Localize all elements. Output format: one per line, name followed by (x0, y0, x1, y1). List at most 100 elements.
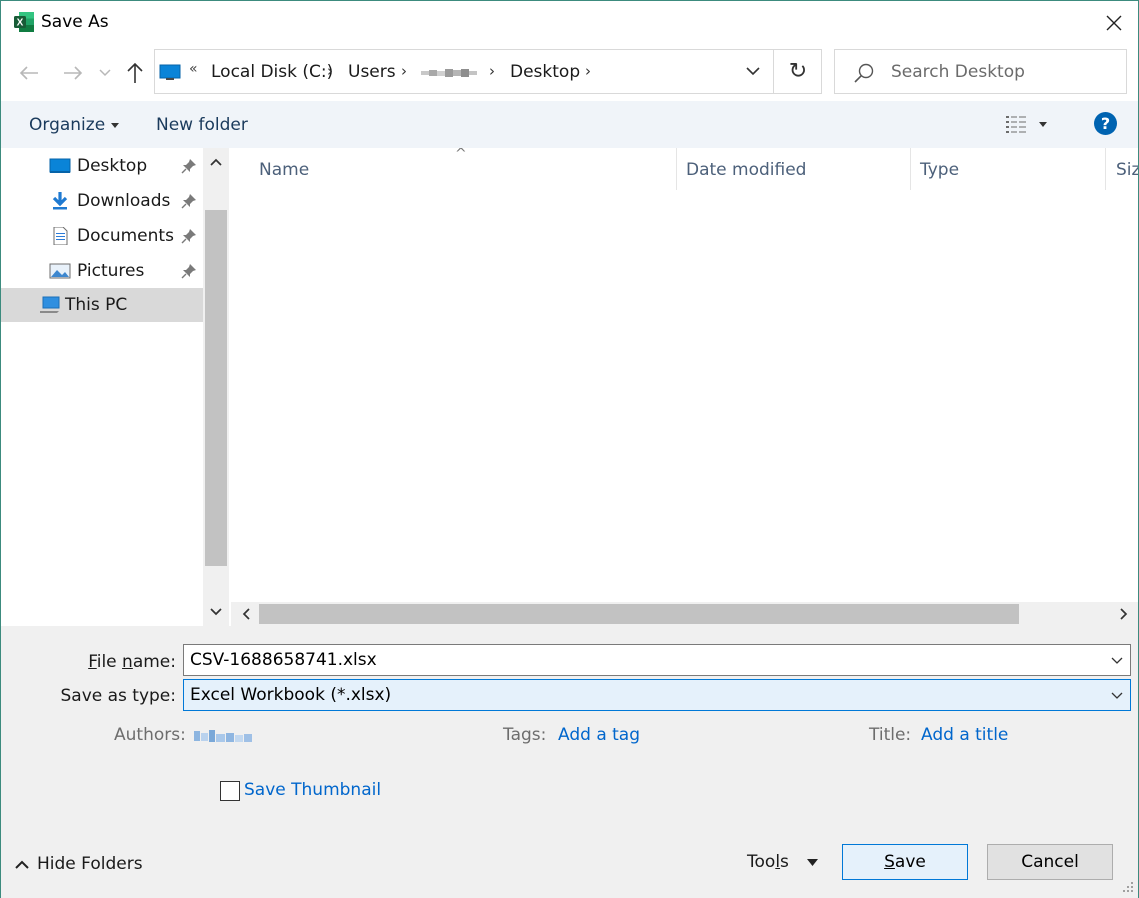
save-thumbnail-label[interactable]: Save Thumbnail (244, 780, 381, 800)
document-icon (53, 227, 68, 245)
breadcrumb-separator[interactable]: › (585, 62, 591, 80)
back-arrow-icon (19, 66, 38, 80)
blurred-author-name[interactable] (194, 727, 252, 745)
navigation-pane: Desktop Downloads Documents Pictures Thi… (1, 148, 229, 626)
excel-icon: X (14, 12, 34, 32)
close-button[interactable] (1093, 5, 1135, 41)
navigation-pane-scrollbar[interactable] (203, 148, 229, 626)
resize-grip-icon[interactable] (1119, 878, 1135, 894)
add-tag-link[interactable]: Add a tag (558, 725, 640, 745)
column-divider[interactable] (1105, 148, 1106, 190)
organize-label: Organize (29, 115, 106, 135)
tools-button[interactable]: Tools (747, 852, 818, 872)
chevron-down-icon (746, 67, 760, 76)
file-name-dropdown-button[interactable] (1104, 645, 1130, 675)
file-name-input[interactable]: CSV-1688658741.xlsx (190, 650, 377, 670)
chevron-down-icon (1111, 657, 1123, 664)
sidebar-item-this-pc[interactable]: This PC (1, 288, 203, 322)
chevron-down-icon (1111, 692, 1123, 699)
file-name-combobox[interactable]: CSV-1688658741.xlsx (183, 644, 1131, 676)
add-title-link[interactable]: Add a title (921, 725, 1008, 745)
save-thumbnail-checkbox[interactable] (220, 781, 240, 801)
title-label: Title: (869, 725, 912, 745)
pin-icon[interactable] (181, 193, 197, 209)
save-button[interactable]: Save (842, 844, 968, 880)
file-list-horizontal-scrollbar[interactable] (231, 602, 1138, 626)
organize-button[interactable]: Organize (29, 115, 120, 135)
forward-arrow-icon (64, 66, 83, 80)
address-dropdown-button[interactable] (733, 50, 773, 93)
chevron-up-icon (15, 860, 29, 869)
scroll-left-button[interactable] (235, 604, 257, 624)
save-type-combobox[interactable]: Excel Workbook (*.xlsx) (183, 679, 1131, 711)
blurred-username[interactable] (421, 68, 477, 78)
scroll-right-button[interactable] (1113, 604, 1135, 624)
chevron-right-icon (1120, 608, 1128, 620)
back-button[interactable] (15, 59, 43, 87)
save-as-dialog: X Save As « Local Disk (C:) › Users › › … (0, 0, 1139, 898)
command-toolbar: Organize New folder ? (1, 101, 1138, 148)
breadcrumb-desktop[interactable]: Desktop (510, 62, 580, 82)
file-name-label: File name: (88, 652, 176, 672)
help-button[interactable]: ? (1094, 112, 1117, 135)
file-list[interactable]: ^ Name Date modified Type Size (231, 148, 1138, 626)
refresh-button[interactable]: ↻ (775, 50, 821, 93)
search-box[interactable] (834, 49, 1127, 94)
column-divider[interactable] (910, 148, 911, 190)
tags-label: Tags: (503, 725, 547, 745)
details-view-icon (1006, 116, 1026, 133)
sidebar-item-label: Desktop (77, 156, 148, 176)
pin-icon[interactable] (181, 228, 197, 244)
sidebar-item-downloads[interactable]: Downloads (1, 184, 203, 218)
sidebar-item-desktop[interactable]: Desktop (1, 149, 203, 183)
computer-icon (40, 296, 60, 313)
scrollbar-thumb[interactable] (205, 210, 227, 566)
pin-icon[interactable] (181, 263, 197, 279)
close-icon (1106, 15, 1122, 31)
address-bar[interactable]: « Local Disk (C:) › Users › › Desktop › (154, 49, 822, 94)
column-header-size[interactable]: Size (1116, 148, 1138, 190)
recent-locations-button[interactable] (93, 59, 117, 87)
up-button[interactable] (121, 59, 149, 87)
pin-icon[interactable] (181, 158, 197, 174)
breadcrumb-overflow-icon[interactable]: « (189, 61, 198, 77)
scroll-down-button[interactable] (203, 600, 229, 624)
column-header-name[interactable]: Name (259, 148, 675, 190)
breadcrumb-separator[interactable]: › (327, 62, 333, 80)
download-arrow-icon (52, 192, 68, 210)
hide-folders-label: Hide Folders (37, 854, 143, 874)
breadcrumb-users[interactable]: Users (348, 62, 396, 82)
breadcrumb-separator[interactable]: › (401, 62, 407, 80)
authors-label: Authors: (114, 725, 186, 745)
up-arrow-icon (127, 62, 143, 83)
sidebar-item-pictures[interactable]: Pictures (1, 254, 203, 288)
scroll-up-button[interactable] (203, 150, 229, 174)
breadcrumb-local-disk[interactable]: Local Disk (C:) (211, 62, 333, 82)
hide-folders-button[interactable]: Hide Folders (15, 854, 143, 874)
search-icon (854, 63, 874, 83)
column-header-type[interactable]: Type (920, 148, 1110, 190)
column-divider[interactable] (676, 148, 677, 190)
cancel-button[interactable]: Cancel (987, 844, 1113, 880)
dropdown-caret-icon (1039, 121, 1047, 127)
save-type-value: Excel Workbook (*.xlsx) (190, 685, 392, 705)
computer-icon (159, 64, 181, 80)
chevron-down-icon (210, 608, 222, 616)
change-view-button[interactable] (1005, 111, 1055, 137)
forward-button[interactable] (59, 59, 87, 87)
sidebar-item-documents[interactable]: Documents (1, 219, 203, 253)
scrollbar-thumb[interactable] (259, 604, 1019, 624)
sidebar-item-label: Pictures (77, 261, 145, 281)
save-type-dropdown-button[interactable] (1104, 680, 1130, 710)
save-type-label: Save as type: (60, 686, 176, 706)
chevron-left-icon (242, 608, 250, 620)
search-input[interactable] (891, 59, 1116, 85)
new-folder-button[interactable]: New folder (156, 115, 248, 135)
sidebar-item-label: Documents (77, 226, 174, 246)
breadcrumb-separator[interactable]: › (489, 62, 495, 80)
window-title: Save As (41, 12, 109, 32)
sidebar-item-label: Downloads (77, 191, 171, 211)
navigation-bar: « Local Disk (C:) › Users › › Desktop › (1, 45, 1138, 101)
column-header-date-modified[interactable]: Date modified (686, 148, 908, 190)
pictures-icon (49, 263, 71, 279)
